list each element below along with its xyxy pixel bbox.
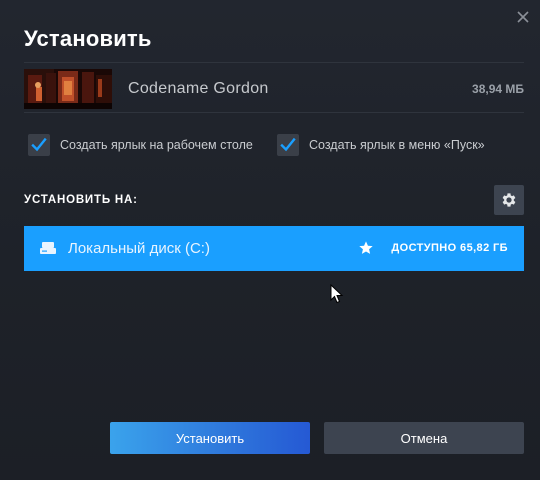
checkbox-box[interactable] [277, 134, 299, 156]
storage-settings-button[interactable] [494, 185, 524, 215]
desktop-shortcut-checkbox[interactable]: Создать ярлык на рабочем столе [28, 134, 253, 156]
game-name: Codename Gordon [128, 80, 269, 97]
game-row: Codename Gordon 38,94 МБ [24, 68, 524, 111]
drive-icon [40, 242, 56, 254]
close-icon [517, 11, 529, 23]
checkmark-icon [280, 137, 296, 152]
desktop-shortcut-label: Создать ярлык на рабочем столе [60, 138, 253, 152]
drive-available-space: ДОСТУПНО 65,82 ГБ [391, 242, 508, 254]
checkmark-icon [31, 137, 47, 152]
drive-name: Локальный диск (C:) [68, 240, 210, 257]
mouse-cursor-icon [330, 284, 344, 304]
install-dialog: Установить Codename Gordon 38,94 МБ Созд… [0, 0, 540, 480]
star-icon [359, 241, 373, 254]
checkbox-box[interactable] [28, 134, 50, 156]
close-button[interactable] [512, 6, 534, 28]
gear-icon [502, 193, 516, 207]
dialog-title: Установить [24, 26, 152, 51]
install-location-label: УСТАНОВИТЬ НА: [24, 194, 138, 206]
cancel-button[interactable]: Отмена [324, 422, 524, 454]
game-size: 38,94 МБ [472, 82, 524, 96]
game-thumbnail [24, 69, 112, 109]
start-menu-shortcut-label: Создать ярлык в меню «Пуск» [309, 138, 485, 152]
start-menu-shortcut-checkbox[interactable]: Создать ярлык в меню «Пуск» [277, 134, 485, 156]
install-button[interactable]: Установить [110, 422, 310, 454]
drive-option-c[interactable]: Локальный диск (C:) ДОСТУПНО 65,82 ГБ [24, 226, 524, 271]
divider [24, 62, 524, 63]
divider [24, 112, 524, 113]
